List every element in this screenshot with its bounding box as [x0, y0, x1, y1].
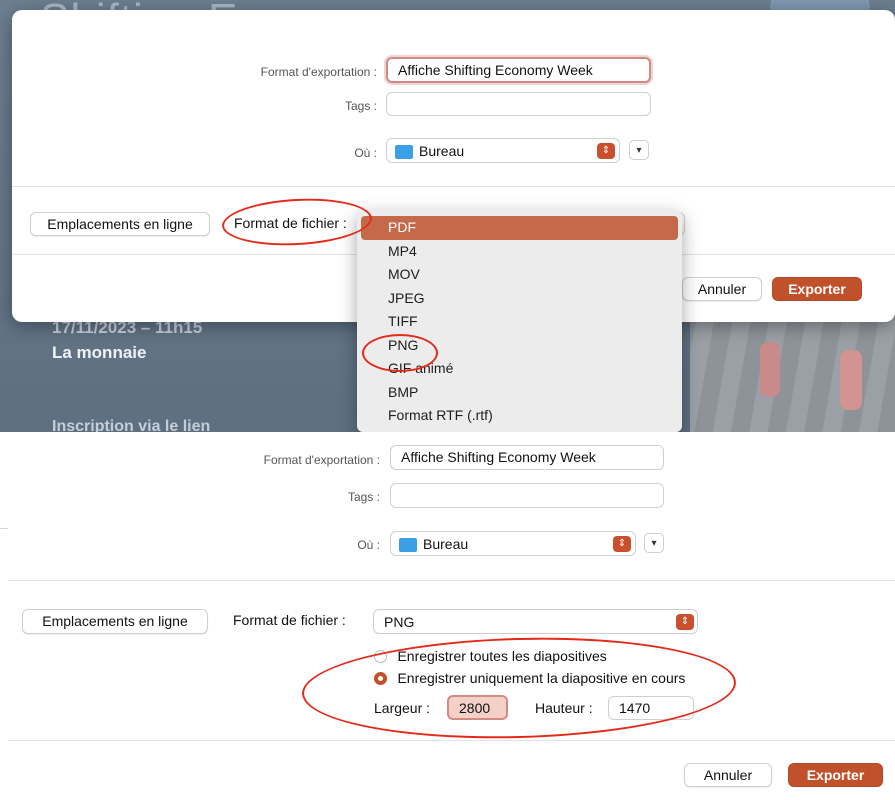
- cancel-button[interactable]: Annuler: [684, 763, 772, 787]
- menu-item-mov[interactable]: MOV: [361, 263, 678, 287]
- menu-item-tiff[interactable]: TIFF: [361, 310, 678, 334]
- export-button[interactable]: Exporter: [772, 277, 862, 301]
- expand-chevron-down-icon[interactable]: ▾: [629, 140, 649, 160]
- slide-venue-text: La monnaie: [52, 343, 147, 362]
- export-name-label: Format d'exportation :: [260, 65, 377, 79]
- where-popup[interactable]: Bureau ⇕: [390, 531, 636, 556]
- where-value: Bureau: [419, 143, 465, 159]
- divider: [12, 186, 895, 187]
- tags-field[interactable]: [390, 483, 664, 508]
- menu-item-pdf[interactable]: PDF: [361, 216, 678, 240]
- where-value-wrap: Bureau: [399, 536, 469, 553]
- folder-icon: [395, 145, 413, 160]
- where-label: Où :: [357, 538, 380, 552]
- file-format-label: Format de fichier :: [233, 612, 346, 628]
- runner-figure: [760, 342, 780, 397]
- where-value: Bureau: [423, 536, 469, 552]
- menu-item-bmp[interactable]: BMP: [361, 381, 678, 405]
- annotation-oval-png: [362, 334, 438, 372]
- slide-lower-text: Inscription via le lien: [52, 418, 211, 432]
- popup-stepper-icon: ⇕: [597, 143, 615, 159]
- folder-icon: [399, 538, 417, 553]
- where-value-wrap: Bureau: [395, 143, 465, 160]
- export-dialog-bottom: Format d'exportation : Affiche Shifting …: [0, 432, 895, 800]
- tags-field[interactable]: [386, 92, 651, 116]
- tags-label: Tags :: [347, 490, 380, 504]
- file-format-popup[interactable]: PNG ⇕: [373, 609, 698, 634]
- online-locations-button[interactable]: Emplacements en ligne: [22, 609, 208, 634]
- where-label: Où :: [354, 146, 377, 160]
- where-popup[interactable]: Bureau ⇕: [386, 138, 620, 163]
- runner-figure: [840, 350, 862, 410]
- tags-label: Tags :: [344, 99, 377, 113]
- online-locations-button[interactable]: Emplacements en ligne: [30, 212, 210, 236]
- divider: [8, 580, 895, 581]
- popup-stepper-icon: ⇕: [676, 614, 694, 630]
- popup-stepper-icon: ⇕: [613, 536, 631, 552]
- export-name-field[interactable]: Affiche Shifting Economy Week: [386, 57, 651, 83]
- cancel-button[interactable]: Annuler: [682, 277, 762, 301]
- menu-item-rtf[interactable]: Format RTF (.rtf): [361, 404, 678, 428]
- divider: [8, 740, 895, 741]
- menu-item-jpeg[interactable]: JPEG: [361, 287, 678, 311]
- file-format-value: PNG: [384, 614, 415, 630]
- export-name-field[interactable]: Affiche Shifting Economy Week: [390, 445, 664, 470]
- file-format-menu[interactable]: PDF MP4 MOV JPEG TIFF PNG GIF animé BMP …: [357, 210, 682, 432]
- export-button[interactable]: Exporter: [788, 763, 883, 787]
- menu-item-mp4[interactable]: MP4: [361, 240, 678, 264]
- expand-chevron-down-icon[interactable]: ▾: [644, 533, 664, 553]
- export-name-label: Format d'exportation :: [263, 453, 380, 467]
- clip-edge: [0, 528, 8, 529]
